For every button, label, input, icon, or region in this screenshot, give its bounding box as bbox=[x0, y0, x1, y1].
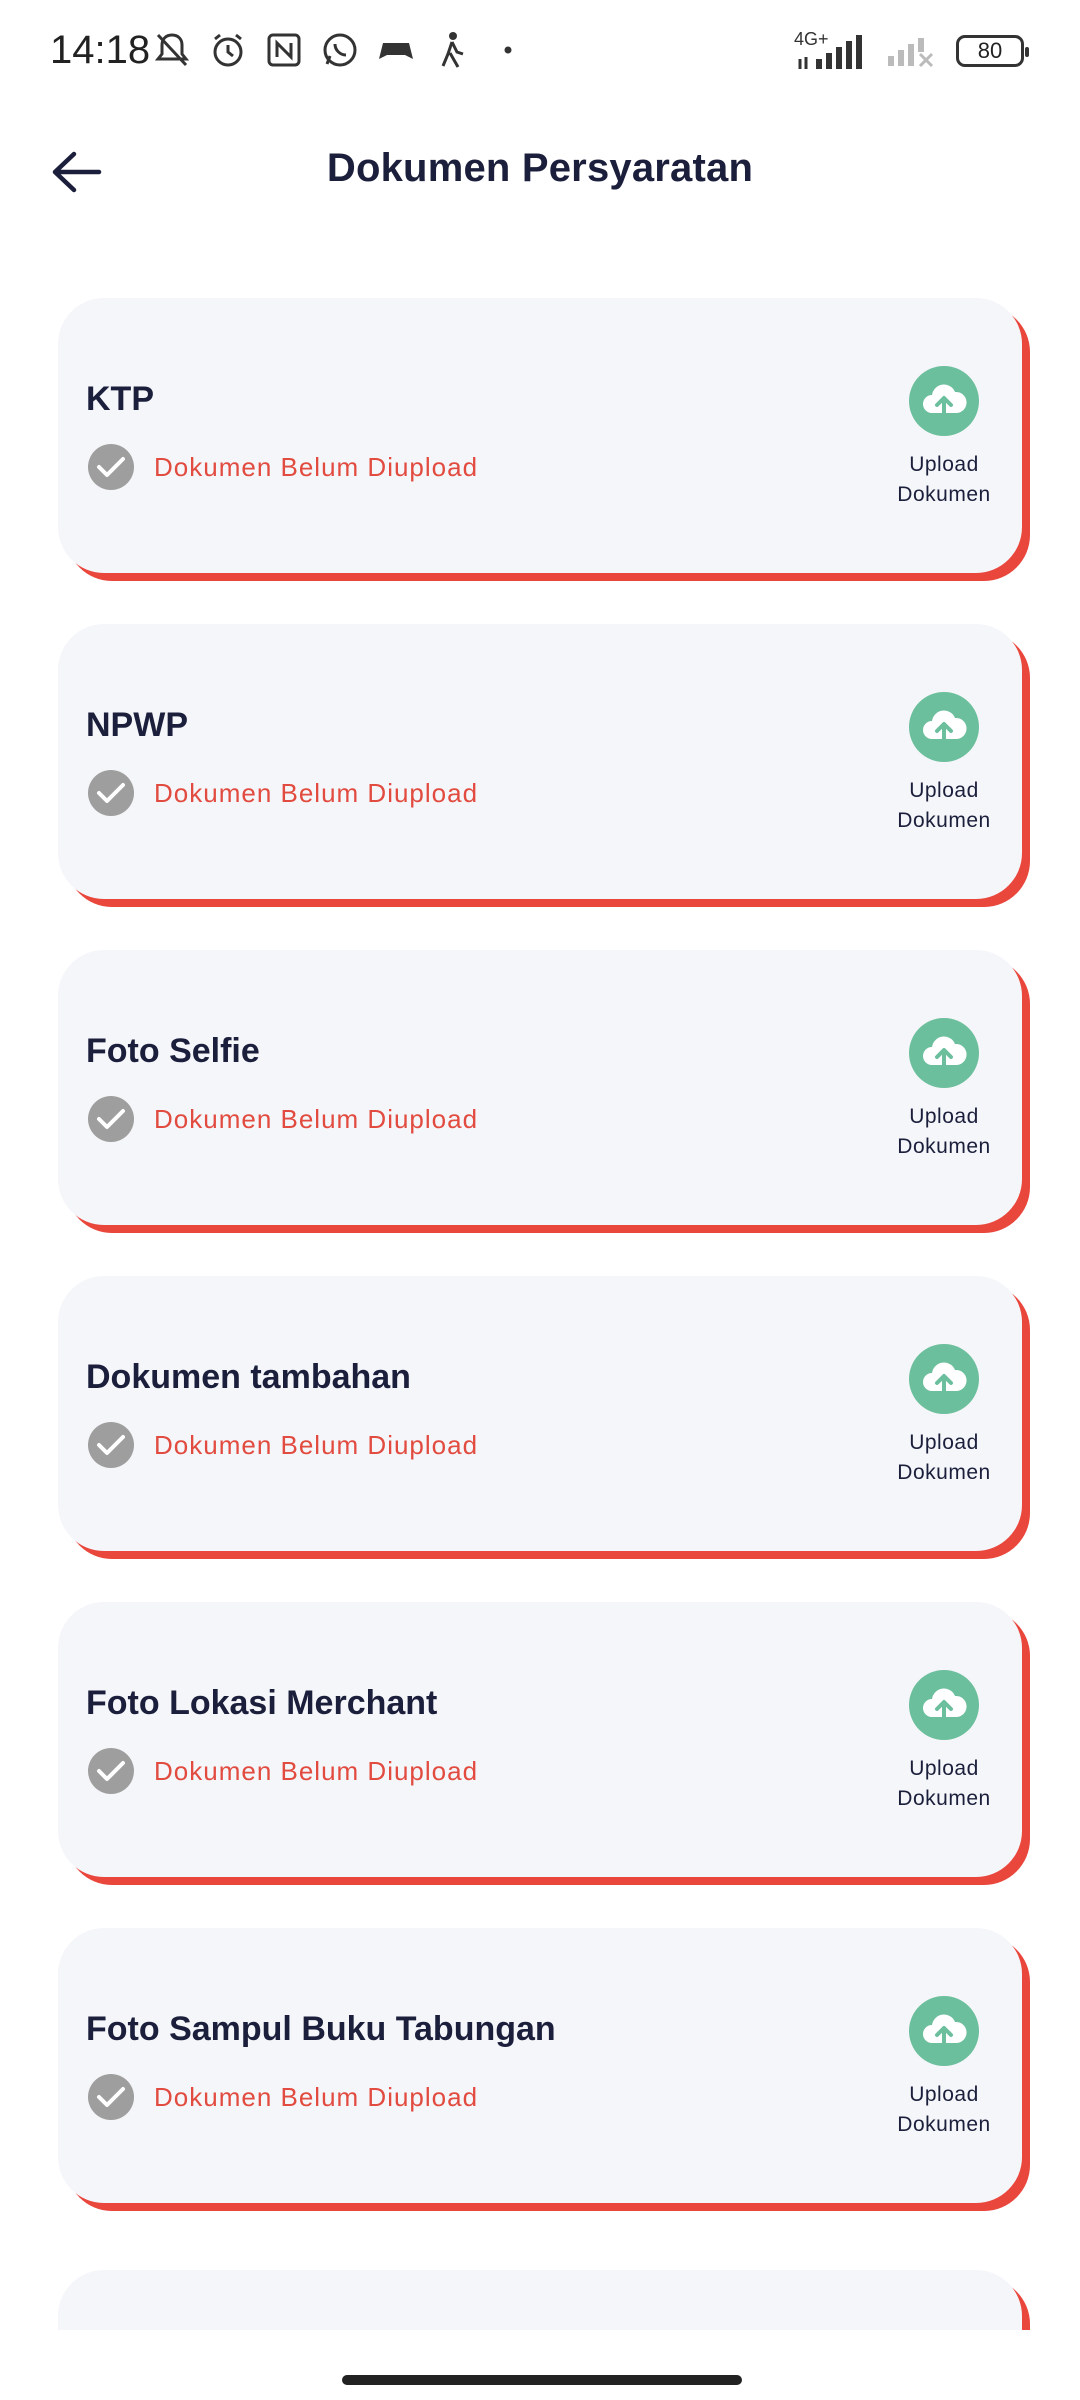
document-card-dokumen-tambahan: Dokumen tambahan Dokumen Belum Diupload … bbox=[58, 1276, 1030, 1559]
network-type: 4G+ bbox=[794, 28, 829, 49]
upload-label-line1: Upload bbox=[909, 2083, 979, 2106]
battery-icon: 80 bbox=[956, 34, 1029, 67]
upload-document-button[interactable]: Upload Dokumen bbox=[884, 366, 1004, 510]
document-title: KTP bbox=[86, 380, 154, 418]
cloud-upload-icon bbox=[909, 1670, 979, 1740]
status-text: Dokumen Belum Diupload bbox=[154, 451, 479, 482]
home-indicator[interactable] bbox=[342, 2375, 742, 2385]
upload-label: Upload Dokumen bbox=[897, 776, 990, 836]
card-body: Dokumen tambahan Dokumen Belum Diupload … bbox=[58, 1276, 1022, 1551]
document-status: Dokumen Belum Diupload bbox=[88, 1096, 478, 1142]
document-card-ktp: KTP Dokumen Belum Diupload Upload Dokumen bbox=[58, 298, 1030, 581]
bell-off-icon bbox=[152, 30, 192, 70]
card-body: KTP Dokumen Belum Diupload Upload Dokumen bbox=[58, 298, 1022, 573]
upload-document-button[interactable]: Upload Dokumen bbox=[884, 1018, 1004, 1162]
document-status: Dokumen Belum Diupload bbox=[88, 2074, 478, 2120]
upload-label-line1: Upload bbox=[909, 1757, 979, 1780]
upload-label: Upload Dokumen bbox=[897, 450, 990, 510]
upload-label-line2: Dokumen bbox=[897, 809, 991, 832]
bottom-area bbox=[0, 2330, 1080, 2400]
check-circle-icon bbox=[88, 444, 134, 490]
status-text: Dokumen Belum Diupload bbox=[154, 777, 479, 808]
game-icon bbox=[376, 30, 416, 70]
upload-label: Upload Dokumen bbox=[897, 1102, 990, 1162]
alarm-icon bbox=[208, 30, 248, 70]
upload-label: Upload Dokumen bbox=[897, 2080, 990, 2140]
upload-document-button[interactable]: Upload Dokumen bbox=[884, 692, 1004, 836]
card-body: Foto Selfie Dokumen Belum Diupload Uploa… bbox=[58, 950, 1022, 1225]
upload-label-line2: Dokumen bbox=[897, 483, 991, 506]
document-card-foto-sampul-buku-tabungan: Foto Sampul Buku Tabungan Dokumen Belum … bbox=[58, 1928, 1030, 2211]
document-status: Dokumen Belum Diupload bbox=[88, 770, 478, 816]
check-circle-icon bbox=[88, 770, 134, 816]
status-text: Dokumen Belum Diupload bbox=[154, 1755, 479, 1786]
nfc-icon bbox=[264, 30, 304, 70]
document-list: KTP Dokumen Belum Diupload Upload Dokumen… bbox=[58, 298, 1030, 2254]
document-card-foto-lokasi-merchant: Foto Lokasi Merchant Dokumen Belum Diupl… bbox=[58, 1602, 1030, 1885]
status-bar: 14:18 4G+ 80 bbox=[0, 0, 1080, 100]
check-circle-icon bbox=[88, 1096, 134, 1142]
document-title: Foto Selfie bbox=[86, 1032, 260, 1070]
upload-label-line2: Dokumen bbox=[897, 1787, 991, 1810]
card-body: NPWP Dokumen Belum Diupload Upload Dokume… bbox=[58, 624, 1022, 899]
signal-no-sim-icon bbox=[886, 28, 938, 73]
upload-label-line1: Upload bbox=[909, 1105, 979, 1128]
document-card-npwp: NPWP Dokumen Belum Diupload Upload Dokume… bbox=[58, 624, 1030, 907]
check-circle-icon bbox=[88, 1422, 134, 1468]
status-text: Dokumen Belum Diupload bbox=[154, 1429, 479, 1460]
upload-label-line1: Upload bbox=[909, 779, 979, 802]
upload-label-line2: Dokumen bbox=[897, 2113, 991, 2136]
status-text: Dokumen Belum Diupload bbox=[154, 2081, 479, 2112]
status-time: 14:18 bbox=[50, 28, 151, 72]
whatsapp-icon bbox=[320, 30, 360, 70]
upload-document-button[interactable]: Upload Dokumen bbox=[884, 1344, 1004, 1488]
check-circle-icon bbox=[88, 2074, 134, 2120]
upload-document-button[interactable]: Upload Dokumen bbox=[884, 1670, 1004, 1814]
walking-icon bbox=[432, 30, 472, 70]
document-card-partial bbox=[58, 2270, 1030, 2330]
card-body: Foto Sampul Buku Tabungan Dokumen Belum … bbox=[58, 1928, 1022, 2203]
cloud-upload-icon bbox=[909, 692, 979, 762]
cloud-upload-icon bbox=[909, 1018, 979, 1088]
document-title: Dokumen tambahan bbox=[86, 1358, 411, 1396]
dot-icon bbox=[488, 30, 528, 70]
page-title: Dokumen Persyaratan bbox=[326, 146, 754, 190]
system-icons: 4G+ 80 bbox=[794, 28, 1029, 73]
card-body bbox=[58, 2270, 1022, 2330]
card-body: Foto Lokasi Merchant Dokumen Belum Diupl… bbox=[58, 1602, 1022, 1877]
signal-icon: 4G+ bbox=[794, 29, 868, 71]
cloud-upload-icon bbox=[909, 366, 979, 436]
upload-label-line2: Dokumen bbox=[897, 1135, 991, 1158]
upload-label: Upload Dokumen bbox=[897, 1428, 990, 1488]
cloud-upload-icon bbox=[909, 1996, 979, 2066]
status-text: Dokumen Belum Diupload bbox=[154, 1103, 479, 1134]
document-title: Foto Sampul Buku Tabungan bbox=[86, 2010, 556, 2048]
notification-icons bbox=[152, 30, 528, 70]
check-circle-icon bbox=[88, 1748, 134, 1794]
upload-label-line1: Upload bbox=[909, 453, 979, 476]
document-status: Dokumen Belum Diupload bbox=[88, 1422, 478, 1468]
document-status: Dokumen Belum Diupload bbox=[88, 1748, 478, 1794]
document-status: Dokumen Belum Diupload bbox=[88, 444, 478, 490]
document-card-foto-selfie: Foto Selfie Dokumen Belum Diupload Uploa… bbox=[58, 950, 1030, 1233]
upload-label-line1: Upload bbox=[909, 1431, 979, 1454]
upload-label: Upload Dokumen bbox=[897, 1754, 990, 1814]
app-header: Dokumen Persyaratan bbox=[0, 120, 1080, 220]
document-title: Foto Lokasi Merchant bbox=[86, 1684, 438, 1722]
document-title: NPWP bbox=[86, 706, 188, 744]
upload-document-button[interactable]: Upload Dokumen bbox=[884, 1996, 1004, 2140]
cloud-upload-icon bbox=[909, 1344, 979, 1414]
upload-label-line2: Dokumen bbox=[897, 1461, 991, 1484]
